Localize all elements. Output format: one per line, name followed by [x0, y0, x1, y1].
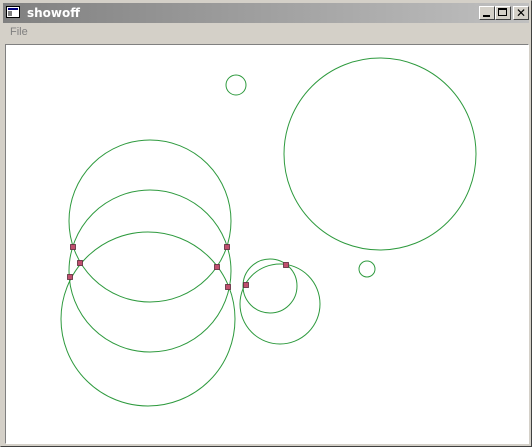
- circle-shape[interactable]: [283, 57, 477, 251]
- menu-file[interactable]: File: [10, 26, 28, 38]
- circle-shape[interactable]: [68, 139, 232, 303]
- circle-shape[interactable]: [358, 260, 376, 278]
- title-bar[interactable]: showoff ✕: [3, 3, 529, 23]
- close-button[interactable]: ✕: [513, 6, 529, 20]
- intersection-point[interactable]: [243, 282, 249, 288]
- app-window-icon[interactable]: [6, 6, 20, 18]
- minimize-button[interactable]: [479, 6, 495, 20]
- intersection-point[interactable]: [214, 264, 220, 270]
- circle-shape[interactable]: [60, 231, 236, 407]
- window-title: showoff: [27, 6, 80, 20]
- app-window: showoff ✕ File: [0, 0, 532, 447]
- maximize-button[interactable]: [495, 6, 511, 20]
- intersection-point[interactable]: [225, 284, 231, 290]
- drawing-surface[interactable]: [6, 45, 528, 443]
- intersection-point[interactable]: [70, 244, 76, 250]
- drawing-canvas[interactable]: [5, 44, 529, 444]
- intersection-point[interactable]: [77, 260, 83, 266]
- intersection-point[interactable]: [224, 244, 230, 250]
- minimize-icon: [483, 15, 490, 17]
- circle-shape[interactable]: [68, 189, 232, 353]
- close-icon: ✕: [515, 6, 527, 20]
- maximize-icon: [498, 8, 507, 16]
- menu-bar: File: [3, 24, 529, 42]
- circle-shape[interactable]: [239, 263, 321, 345]
- intersection-point[interactable]: [283, 262, 289, 268]
- intersection-point[interactable]: [67, 274, 73, 280]
- circle-shape[interactable]: [225, 74, 247, 96]
